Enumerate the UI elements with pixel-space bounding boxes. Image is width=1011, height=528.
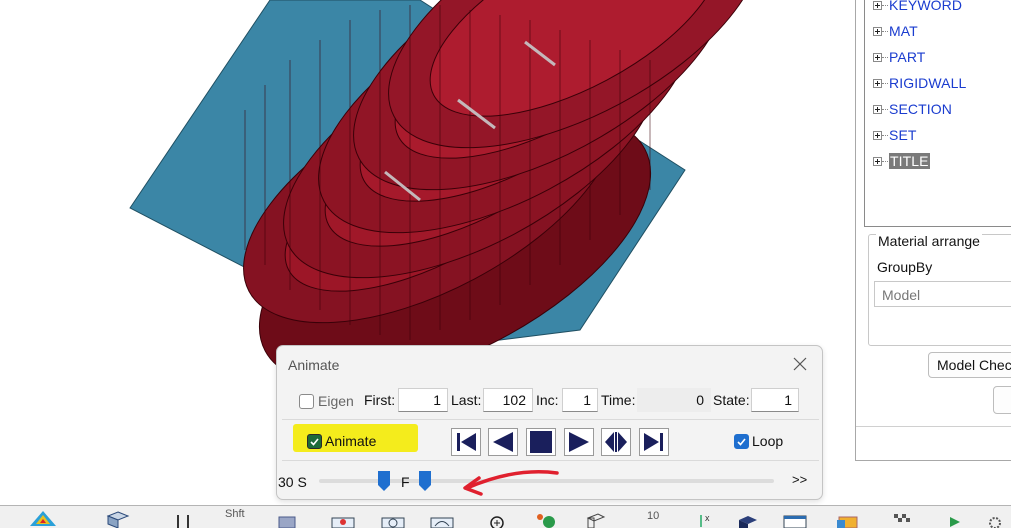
eigen-checkbox[interactable] — [299, 394, 314, 409]
number-label: 10 — [647, 510, 660, 522]
speed-slow-label: 30 S — [278, 474, 307, 490]
globe-icon[interactable] — [532, 509, 562, 528]
expand-icon[interactable] — [873, 156, 882, 166]
secondary-button[interactable] — [993, 386, 1011, 414]
first-label: First: — [364, 392, 396, 408]
stop-button[interactable] — [526, 428, 556, 456]
axis-icon[interactable]: x — [693, 509, 723, 528]
tree-item-label: SET — [889, 127, 917, 143]
bounce-icon — [605, 432, 627, 452]
animate-label: Animate — [325, 433, 377, 449]
checkmark-icon — [737, 438, 746, 446]
close-icon[interactable] — [791, 355, 809, 373]
loop-label: Loop — [752, 433, 784, 449]
run-icon[interactable] — [940, 509, 970, 528]
annotation-arrow-icon — [463, 470, 559, 496]
settings-gear-icon[interactable] — [980, 509, 1010, 528]
expand-icon[interactable] — [873, 104, 882, 114]
play-button[interactable] — [564, 428, 594, 456]
model-check-button[interactable]: Model Chec — [928, 352, 1011, 378]
checkmark-icon — [310, 438, 319, 446]
animate-checkbox[interactable] — [307, 434, 322, 449]
loop-checkbox[interactable] — [734, 434, 749, 449]
last-input[interactable]: 102 — [483, 388, 533, 412]
time-label: Time: — [601, 392, 636, 408]
tree-item-label: TITLE — [889, 153, 930, 169]
expand-icon[interactable] — [873, 0, 882, 10]
expand-icon[interactable] — [873, 130, 882, 140]
svg-text:x: x — [705, 513, 710, 523]
groupby-label: GroupBy — [877, 259, 933, 275]
speed-slider-thumb-left[interactable] — [377, 470, 391, 492]
divider — [856, 426, 1011, 427]
contour-icon[interactable] — [28, 509, 58, 528]
eigen-label: Eigen — [318, 393, 354, 409]
state-label: State: — [713, 392, 750, 408]
material-arrange-title: Material arrange — [876, 233, 982, 249]
folder-icon[interactable] — [833, 509, 863, 528]
tree-item-mat[interactable]: MAT — [873, 21, 918, 41]
shift-label: Shft — [225, 508, 245, 520]
checker-icon[interactable] — [888, 509, 918, 528]
material-arrange-group: Material arrange GroupBy Model — [868, 233, 1011, 346]
wire-box-icon[interactable] — [580, 509, 610, 528]
time-input: 0 — [637, 388, 711, 412]
inc-label: Inc: — [536, 392, 559, 408]
tree-item-label: SECTION — [889, 101, 952, 117]
dialog-title: Animate — [288, 357, 340, 373]
tree-item-label: KEYWORD — [889, 0, 963, 13]
tree-item-section[interactable]: SECTION — [873, 99, 952, 119]
speed-fast-label: F — [401, 474, 410, 490]
expand-icon[interactable] — [873, 26, 882, 36]
state-input[interactable]: 1 — [751, 388, 799, 412]
step-back-button[interactable] — [488, 428, 518, 456]
tree-item-title[interactable]: TITLE — [873, 151, 930, 171]
zoom-icon[interactable] — [483, 509, 513, 528]
tree-item-label: MAT — [889, 23, 918, 39]
divider — [282, 419, 819, 420]
measure-view-icon[interactable] — [427, 509, 457, 528]
groupby-select[interactable]: Model — [874, 281, 1011, 307]
bracket-icon[interactable] — [168, 509, 198, 528]
tree-item-part[interactable]: PART — [873, 47, 925, 67]
first-frame-button[interactable] — [451, 428, 481, 456]
speed-slider-thumb-right[interactable] — [418, 470, 432, 492]
expand-icon[interactable] — [873, 52, 882, 62]
last-frame-button[interactable] — [639, 428, 669, 456]
animate-dialog: Animate Eigen First: 1 Last: 102 Inc: 1 … — [276, 345, 823, 500]
right-panel: KEYWORD MAT PART RIGIDWALL SECTION SET T… — [855, 0, 1011, 461]
rotate-view-icon[interactable] — [328, 509, 358, 528]
box-view-icon[interactable] — [272, 509, 302, 528]
inc-input[interactable]: 1 — [562, 388, 598, 412]
tree-item-set[interactable]: SET — [873, 125, 917, 145]
cube-icon[interactable] — [103, 509, 133, 528]
window-icon[interactable] — [780, 509, 810, 528]
last-label: Last: — [451, 392, 482, 408]
speed-more-button[interactable]: >> — [792, 472, 807, 487]
first-frame-icon — [457, 433, 476, 451]
tree-item-label: RIGIDWALL — [889, 75, 967, 91]
tree-item-rigidwall[interactable]: RIGIDWALL — [873, 73, 966, 93]
play-icon — [569, 432, 589, 452]
clock-view-icon[interactable] — [378, 509, 408, 528]
solid-cube-icon[interactable] — [733, 509, 763, 528]
bottom-toolbar: Shft 10 x — [0, 505, 1011, 528]
tree-item-keyword[interactable]: KEYWORD — [873, 0, 962, 15]
tree-item-label: PART — [889, 49, 926, 65]
first-input[interactable]: 1 — [398, 388, 448, 412]
stop-icon — [530, 431, 552, 453]
keyword-tree: KEYWORD MAT PART RIGIDWALL SECTION SET T… — [864, 0, 1011, 227]
last-frame-icon — [644, 433, 663, 451]
bounce-button[interactable] — [601, 428, 631, 456]
expand-icon[interactable] — [873, 78, 882, 88]
step-back-icon — [493, 432, 513, 452]
